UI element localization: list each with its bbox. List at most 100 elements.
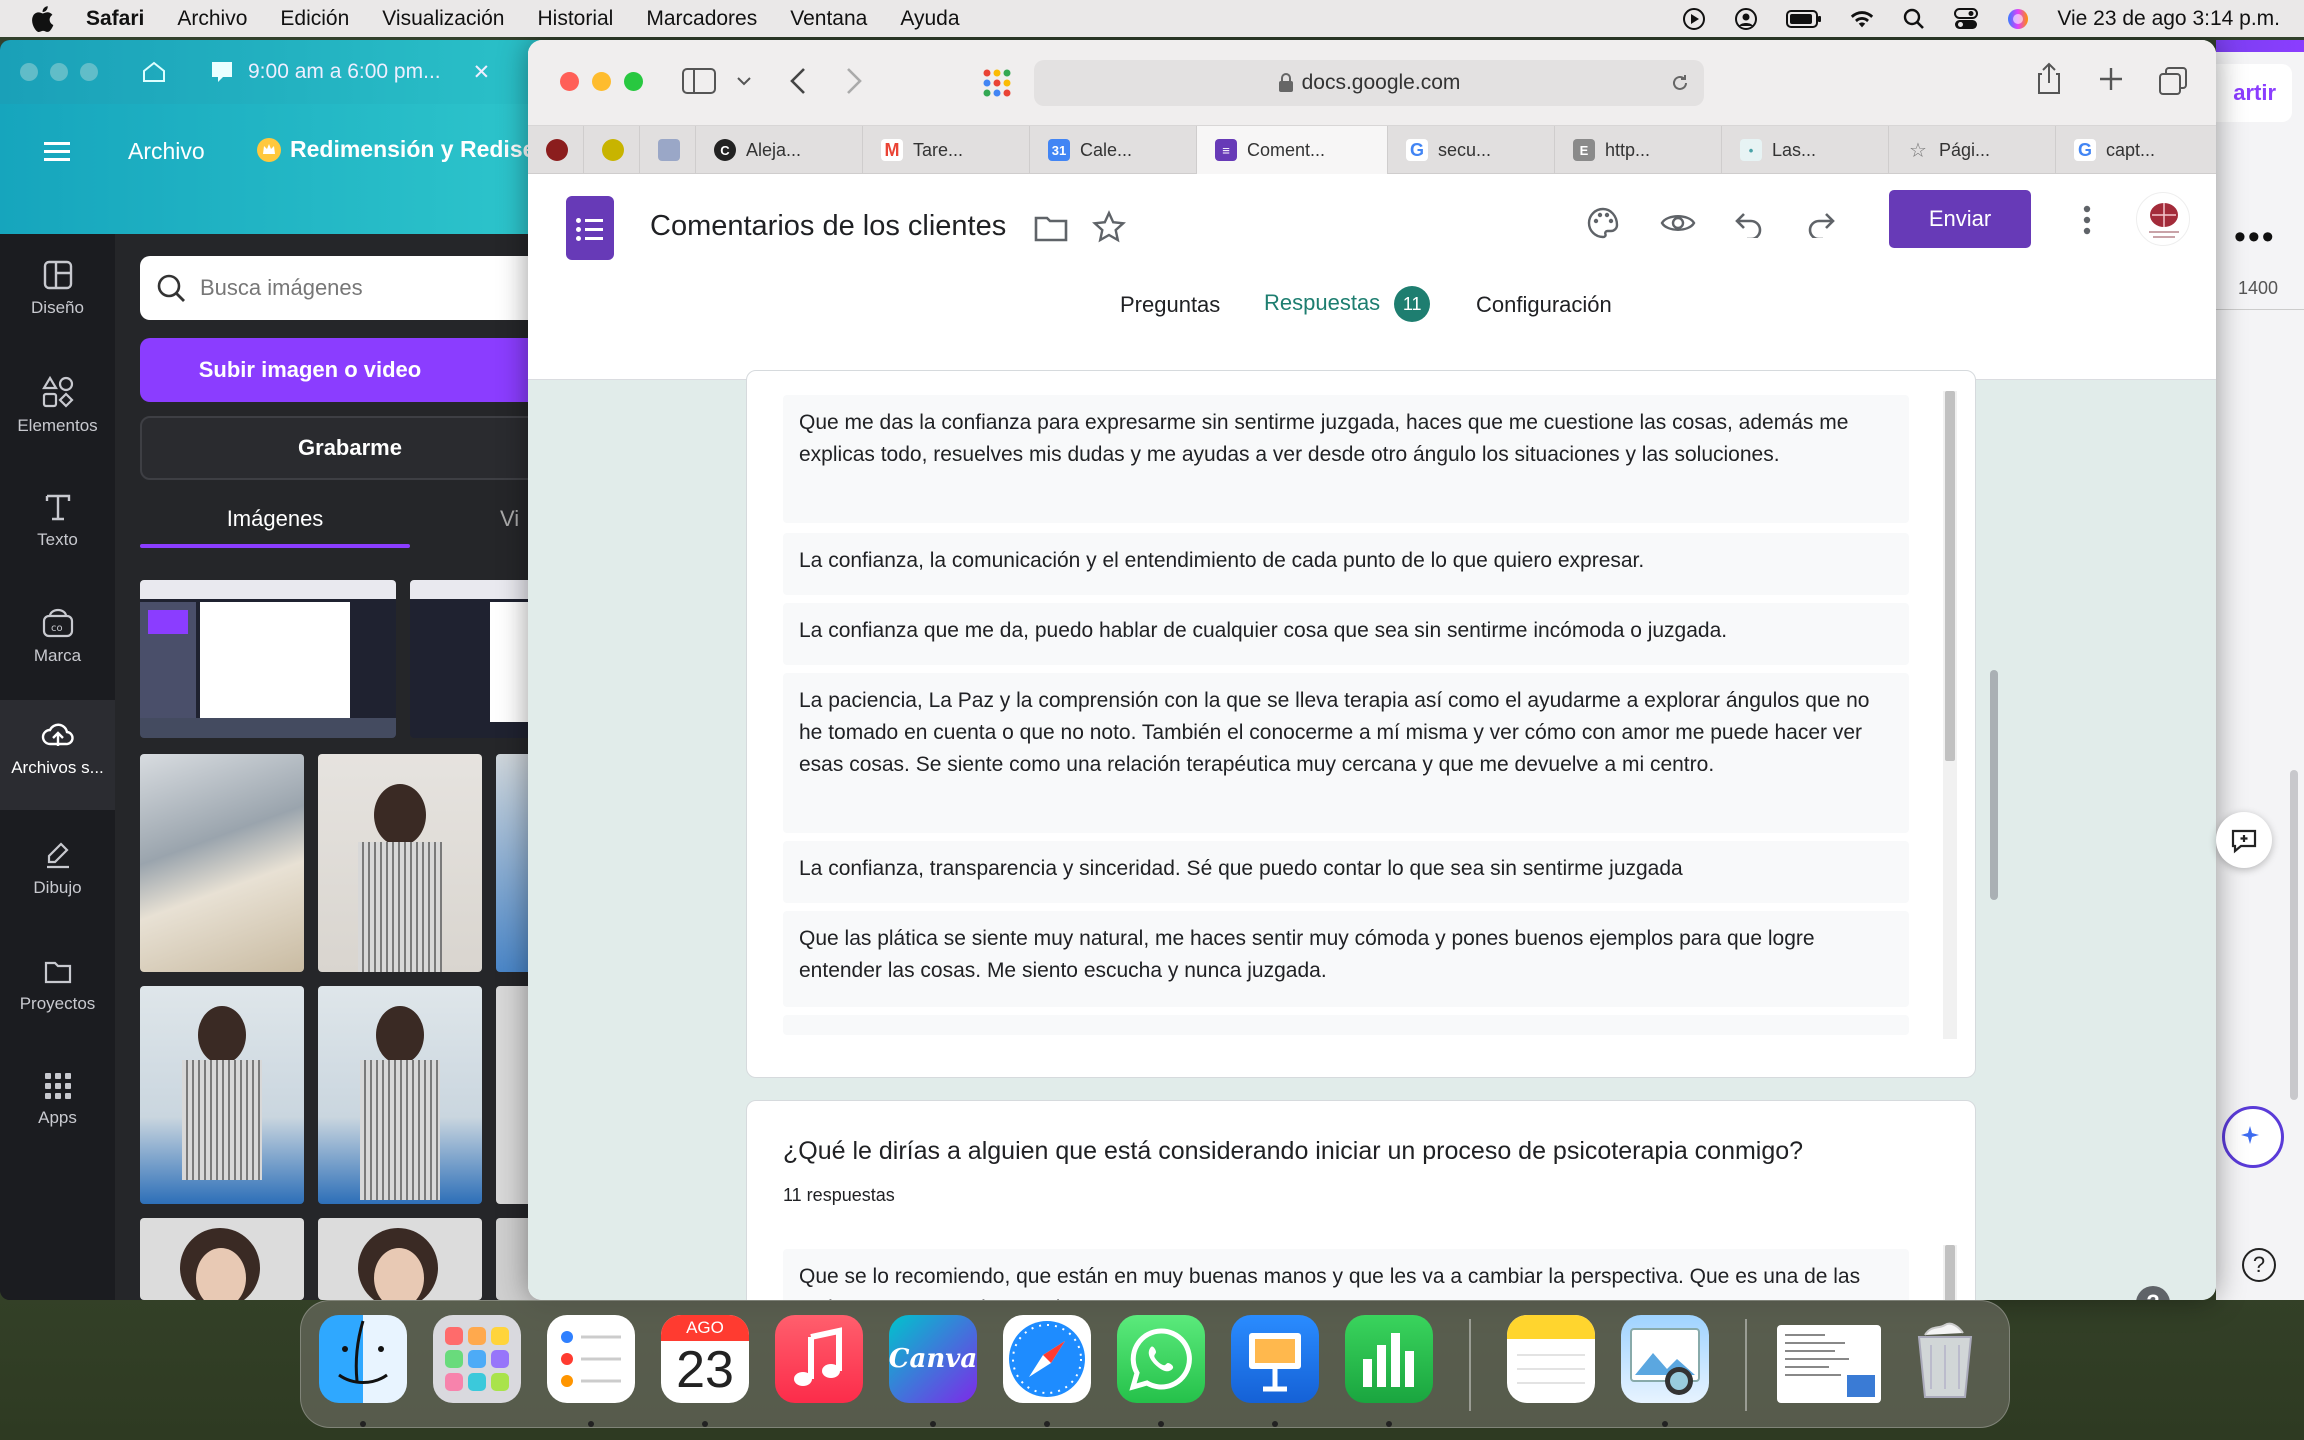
photo-selfie-thumbnail[interactable] bbox=[318, 1218, 482, 1300]
tab-videos[interactable]: Vi bbox=[500, 506, 519, 532]
rail-item-diseno[interactable]: Diseño bbox=[0, 260, 115, 318]
canva-file-menu[interactable]: Archivo bbox=[128, 138, 205, 165]
tab-http[interactable]: Ehttp... bbox=[1555, 126, 1722, 174]
rail-item-elementos[interactable]: Elementos bbox=[0, 376, 115, 436]
canva-close-light[interactable] bbox=[20, 63, 38, 81]
menu-item-ventana[interactable]: Ventana bbox=[790, 7, 867, 31]
tab-settings[interactable]: Configuración bbox=[1476, 292, 1612, 318]
google-forms-logo-icon[interactable] bbox=[566, 196, 614, 260]
canva-minimize-light[interactable] bbox=[50, 63, 68, 81]
tab-questions[interactable]: Preguntas bbox=[1120, 292, 1220, 318]
control-center-icon[interactable] bbox=[1953, 6, 1979, 32]
share-icon[interactable] bbox=[2036, 62, 2062, 101]
home-icon[interactable] bbox=[140, 58, 168, 86]
tab-secu[interactable]: Gsecu... bbox=[1388, 126, 1555, 174]
rail-item-archivos[interactable]: Archivos s... bbox=[0, 700, 115, 810]
keynote-icon[interactable] bbox=[1231, 1315, 1319, 1403]
image-search-input[interactable]: Busca imágenes bbox=[140, 256, 560, 320]
tab-overview-icon[interactable] bbox=[2158, 66, 2188, 101]
reload-icon[interactable] bbox=[1670, 73, 1690, 93]
pinned-tab[interactable] bbox=[528, 126, 584, 174]
new-tab-icon[interactable] bbox=[2098, 66, 2124, 97]
zoom-window-button[interactable] bbox=[624, 72, 643, 91]
canva-project-title[interactable]: Redimensión y Redise bbox=[256, 136, 535, 163]
uploaded-screenshot-thumbnail[interactable] bbox=[140, 580, 396, 738]
rail-item-marca[interactable]: co Marca bbox=[0, 608, 115, 666]
upload-media-button[interactable]: Subir imagen o video bbox=[140, 338, 560, 402]
menu-item-ayuda[interactable]: Ayuda bbox=[900, 7, 959, 31]
magic-assistant-icon[interactable] bbox=[2222, 1106, 2284, 1168]
close-window-button[interactable] bbox=[560, 72, 579, 91]
menu-item-edicion[interactable]: Edición bbox=[280, 7, 349, 31]
canva-icon[interactable]: Canva bbox=[889, 1315, 977, 1403]
page-scrollbar[interactable] bbox=[1990, 670, 1998, 900]
canva-more-icon[interactable]: ••• bbox=[2234, 218, 2276, 257]
safari-icon[interactable] bbox=[1003, 1315, 1091, 1403]
wifi-icon[interactable] bbox=[1849, 6, 1875, 32]
forward-button-icon[interactable] bbox=[844, 66, 864, 101]
menubar-clock[interactable]: Vie 23 de ago 3:14 p.m. bbox=[2057, 7, 2280, 31]
spotlight-search-icon[interactable] bbox=[1901, 6, 1927, 32]
help-icon[interactable]: ? bbox=[2136, 1286, 2170, 1300]
pinned-tab[interactable] bbox=[584, 126, 640, 174]
document-thumbnail-icon[interactable] bbox=[1777, 1325, 1881, 1403]
photo-portrait-thumbnail[interactable] bbox=[318, 754, 482, 972]
rail-item-proyectos[interactable]: Proyectos bbox=[0, 956, 115, 1014]
google-apps-favicon-icon[interactable] bbox=[982, 68, 1012, 103]
tab-las[interactable]: • Las... bbox=[1722, 126, 1889, 174]
minimize-window-button[interactable] bbox=[592, 72, 611, 91]
menu-item-marcadores[interactable]: Marcadores bbox=[646, 7, 757, 31]
battery-icon[interactable] bbox=[1785, 6, 1823, 32]
redo-icon[interactable] bbox=[1806, 210, 1836, 243]
canva-browser-tab[interactable]: 9:00 am a 6:00 pm... ✕ bbox=[140, 50, 490, 94]
canva-scrollbar[interactable] bbox=[2290, 770, 2298, 1100]
undo-icon[interactable] bbox=[1734, 210, 1764, 243]
tab-capt[interactable]: Gcapt... bbox=[2056, 126, 2216, 174]
notes-icon[interactable] bbox=[1507, 1315, 1595, 1403]
play-status-icon[interactable] bbox=[1681, 6, 1707, 32]
photo-portrait-thumbnail[interactable] bbox=[140, 986, 304, 1204]
sidebar-toggle-icon[interactable] bbox=[682, 68, 716, 99]
music-icon[interactable] bbox=[775, 1315, 863, 1403]
add-comment-icon[interactable] bbox=[2216, 812, 2272, 868]
responses-scrollbar[interactable] bbox=[1943, 391, 1957, 1039]
star-icon[interactable] bbox=[1092, 210, 1126, 249]
canva-help-icon[interactable]: ? bbox=[2242, 1248, 2276, 1282]
tab-responses[interactable]: Respuestas 11 bbox=[1264, 286, 1431, 322]
canva-tab-close-icon[interactable]: ✕ bbox=[473, 60, 491, 85]
form-title[interactable]: Comentarios de los clientes bbox=[650, 210, 1006, 243]
customize-theme-icon[interactable] bbox=[1586, 206, 1620, 245]
tab-calendar[interactable]: 31 Cale... bbox=[1030, 126, 1197, 174]
finder-icon[interactable] bbox=[319, 1315, 407, 1403]
menu-item-visualizacion[interactable]: Visualización bbox=[382, 7, 504, 31]
menu-item-historial[interactable]: Historial bbox=[537, 7, 613, 31]
siri-icon[interactable] bbox=[2005, 6, 2031, 32]
calendar-icon[interactable]: AGO 23 bbox=[661, 1315, 749, 1403]
menu-item-archivo[interactable]: Archivo bbox=[177, 7, 247, 31]
send-button[interactable]: Enviar bbox=[1889, 190, 2031, 248]
tab-images[interactable]: Imágenes bbox=[140, 506, 410, 532]
reminders-icon[interactable] bbox=[547, 1315, 635, 1403]
user-status-icon[interactable] bbox=[1733, 6, 1759, 32]
pinned-tab[interactable] bbox=[640, 126, 696, 174]
tab-comentarios[interactable]: ≡ Coment... bbox=[1197, 126, 1388, 174]
tab-aleja[interactable]: C Aleja... bbox=[696, 126, 863, 174]
canva-share-button[interactable]: artir bbox=[2216, 64, 2292, 122]
responses-scrollbar[interactable] bbox=[1943, 1245, 1957, 1300]
photo-portrait-thumbnail[interactable] bbox=[318, 986, 482, 1204]
hamburger-menu-icon[interactable] bbox=[44, 140, 70, 167]
canva-zoom-light[interactable] bbox=[80, 63, 98, 81]
preview-eye-icon[interactable] bbox=[1660, 210, 1696, 241]
launchpad-icon[interactable] bbox=[433, 1315, 521, 1403]
tab-gmail[interactable]: M Tare... bbox=[863, 126, 1030, 174]
rail-item-dibujo[interactable]: Dibujo bbox=[0, 840, 115, 898]
apple-menu-icon[interactable] bbox=[30, 5, 60, 33]
avatar[interactable] bbox=[2136, 192, 2190, 246]
numbers-icon[interactable] bbox=[1345, 1315, 1433, 1403]
back-button-icon[interactable] bbox=[788, 66, 808, 101]
menu-app-name[interactable]: Safari bbox=[86, 7, 144, 31]
rail-item-texto[interactable]: Texto bbox=[0, 492, 115, 550]
photo-book-thumbnail[interactable] bbox=[140, 754, 304, 972]
rail-item-apps[interactable]: Apps bbox=[0, 1072, 115, 1128]
more-options-icon[interactable] bbox=[2082, 204, 2092, 241]
